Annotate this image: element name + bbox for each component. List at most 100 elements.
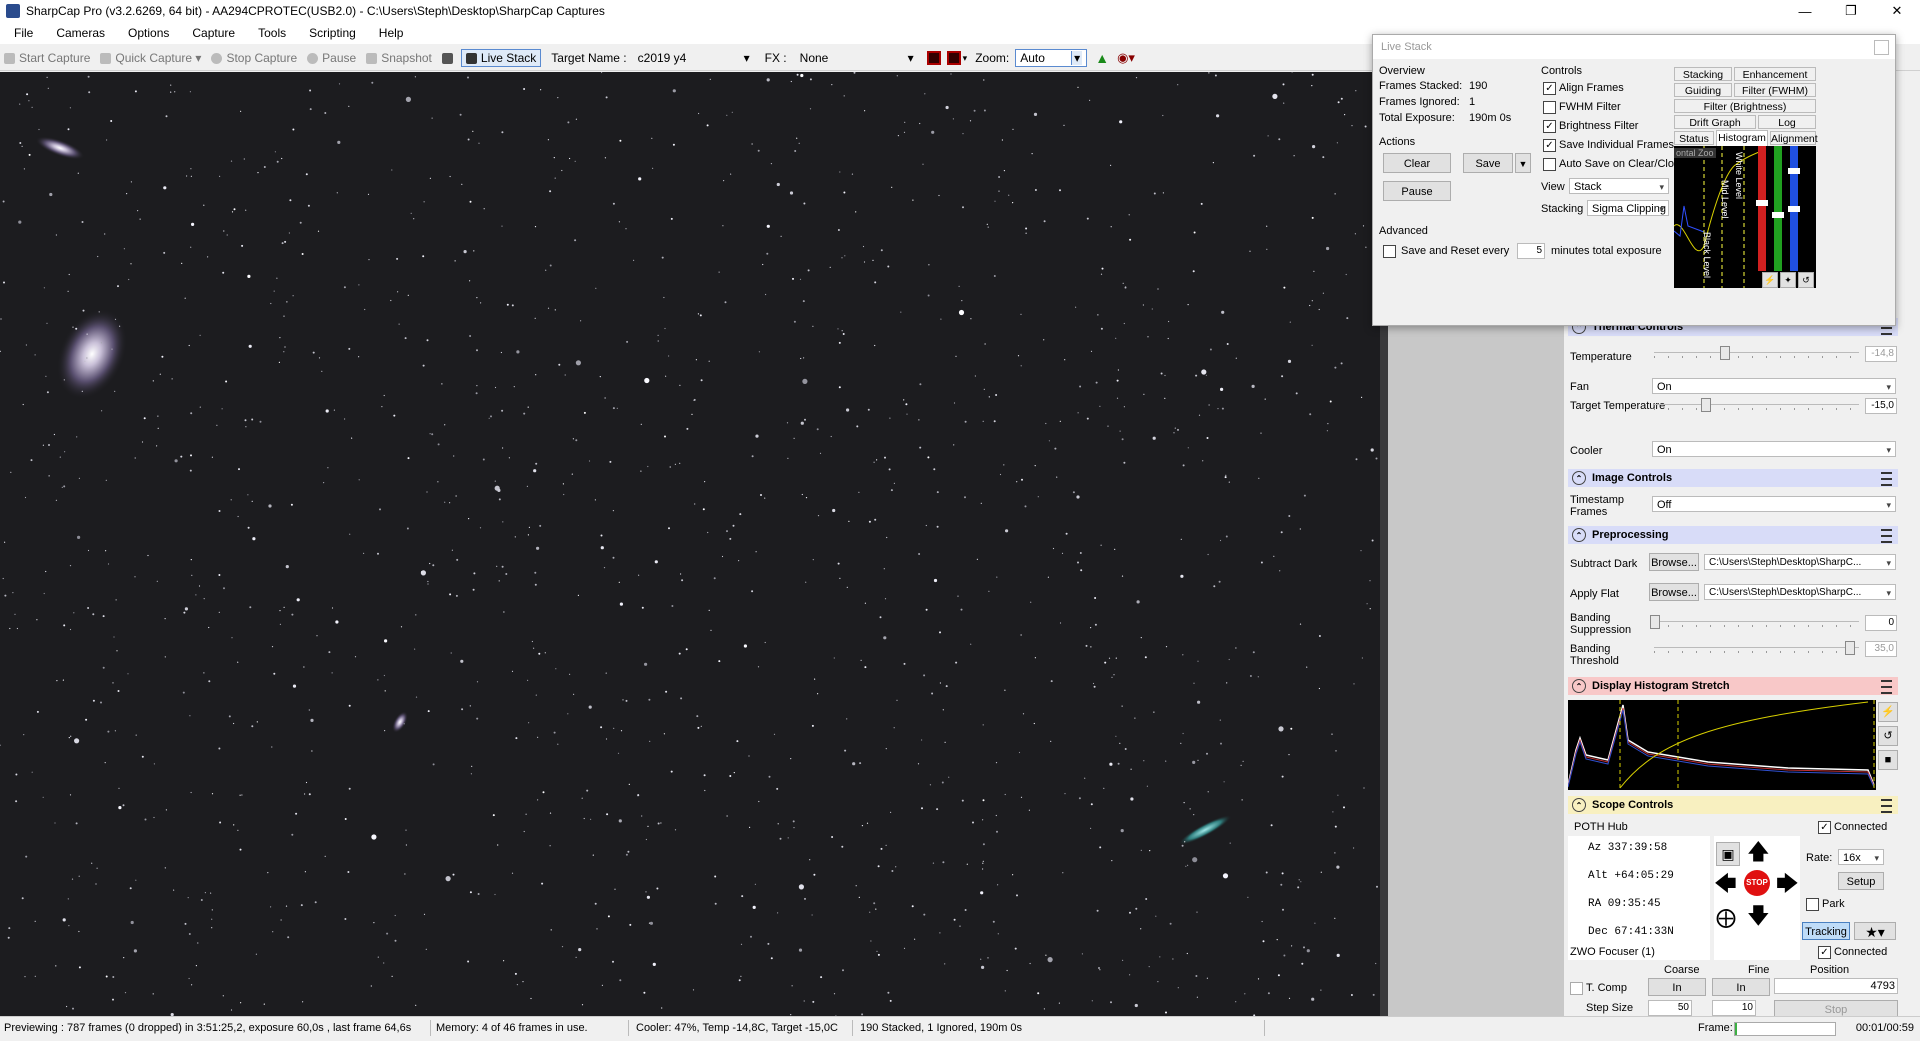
- menu-icon[interactable]: [1881, 472, 1892, 486]
- scope-setup-button[interactable]: Setup: [1838, 872, 1884, 890]
- fx-select[interactable]: None ▾: [795, 49, 919, 67]
- tcomp-checkbox[interactable]: [1570, 982, 1583, 995]
- camera-image-view[interactable]: [0, 72, 1388, 1016]
- pause-button[interactable]: Pause: [307, 51, 356, 65]
- tab-enhancement[interactable]: Enhancement: [1734, 67, 1816, 81]
- tab-stacking[interactable]: Stacking: [1674, 67, 1732, 81]
- collapse-icon[interactable]: ⌃: [1572, 798, 1586, 812]
- park-checkbox[interactable]: [1806, 898, 1819, 911]
- live-stack-button[interactable]: Live Stack: [460, 49, 542, 67]
- target-name-input[interactable]: c2019 y4 ▾: [633, 49, 755, 67]
- start-capture-button[interactable]: Start Capture: [4, 51, 90, 65]
- focus-in-coarse-button[interactable]: In: [1648, 978, 1706, 996]
- collapse-icon[interactable]: ⌃: [1572, 471, 1586, 485]
- menu-icon[interactable]: [1881, 680, 1892, 694]
- reticle-icon[interactable]: [926, 51, 941, 65]
- tab-log[interactable]: Log: [1758, 115, 1816, 129]
- tab-alignment[interactable]: Alignment: [1770, 131, 1818, 145]
- tab-status[interactable]: Status: [1674, 131, 1714, 145]
- auto-stretch-icon[interactable]: ⚡: [1762, 272, 1778, 288]
- save-icon[interactable]: ■: [1878, 750, 1898, 770]
- save-individual-checkbox[interactable]: ✓: [1543, 139, 1556, 152]
- close-icon[interactable]: [1874, 40, 1889, 55]
- tab-filter-fwhm[interactable]: Filter (FWHM): [1734, 83, 1816, 97]
- histogram-stretch-graph[interactable]: [1567, 700, 1876, 790]
- menu-file[interactable]: File: [0, 26, 42, 40]
- tab-histogram[interactable]: Histogram: [1716, 130, 1768, 146]
- scope-connected-checkbox[interactable]: ✓: [1818, 821, 1831, 834]
- save-stack-button[interactable]: Save: [1463, 153, 1513, 173]
- collapse-icon[interactable]: ⌃: [1572, 679, 1586, 693]
- tab-drift-graph[interactable]: Drift Graph: [1674, 115, 1756, 129]
- magnifier-icon[interactable]: ◉▾: [1117, 50, 1135, 66]
- quick-capture-button[interactable]: Quick Capture ▾: [100, 51, 201, 65]
- coarse-step-input[interactable]: 50: [1648, 1000, 1692, 1016]
- tab-guiding[interactable]: Guiding: [1674, 83, 1732, 97]
- dark-file-select[interactable]: C:\Users\Steph\Desktop\SharpC...: [1704, 554, 1896, 571]
- reset-icon[interactable]: ↺: [1878, 726, 1898, 746]
- browse-dark-button[interactable]: Browse...: [1649, 553, 1699, 571]
- fan-select[interactable]: On: [1652, 378, 1896, 395]
- save-reset-checkbox[interactable]: [1383, 245, 1396, 258]
- fwhm-filter-checkbox[interactable]: [1543, 101, 1556, 114]
- cooler-select[interactable]: On: [1652, 441, 1896, 458]
- auto-stretch-icon[interactable]: ⚡: [1878, 702, 1898, 722]
- fine-step-input[interactable]: 10: [1712, 1000, 1756, 1016]
- goto-icon[interactable]: ▣: [1716, 842, 1740, 866]
- menu-help[interactable]: Help: [365, 26, 413, 40]
- rate-select[interactable]: 16x: [1838, 849, 1884, 866]
- crosshair-icon[interactable]: ⨁: [1716, 906, 1736, 930]
- view-select[interactable]: Stack: [1569, 178, 1669, 195]
- star-favorite-icon[interactable]: ★▾: [1854, 922, 1896, 940]
- menu-scripting[interactable]: Scripting: [295, 26, 365, 40]
- target-temperature-value[interactable]: -15,0: [1865, 398, 1897, 414]
- minimize-button[interactable]: —: [1782, 0, 1828, 22]
- snapshot-button[interactable]: Snapshot: [366, 51, 432, 65]
- chevron-down-icon[interactable]: ▼: [1515, 153, 1531, 173]
- scope-stop-button[interactable]: STOP: [1744, 870, 1770, 896]
- menu-capture[interactable]: Capture: [178, 26, 244, 40]
- chevron-down-icon[interactable]: ▾: [963, 53, 968, 64]
- timestamp-frames-select[interactable]: Off: [1652, 496, 1896, 513]
- preprocessing-header[interactable]: ⌃ Preprocessing: [1568, 526, 1898, 544]
- move-south-arrow-icon[interactable]: 🡇: [1747, 904, 1770, 928]
- stack-histogram[interactable]: ontal Zoo Mid Level White Level Black Le…: [1674, 146, 1816, 288]
- close-button[interactable]: ✕: [1874, 0, 1920, 22]
- move-west-arrow-icon[interactable]: 🡄: [1714, 872, 1737, 896]
- balance-icon[interactable]: ✦: [1780, 272, 1796, 288]
- menu-options[interactable]: Options: [114, 26, 178, 40]
- pause-stack-button[interactable]: Pause: [1383, 181, 1451, 201]
- banding-suppression-slider-thumb[interactable]: [1650, 615, 1660, 629]
- stop-capture-button[interactable]: Stop Capture: [211, 51, 297, 65]
- maximize-button[interactable]: ❐: [1828, 0, 1874, 22]
- clear-stack-button[interactable]: Clear: [1383, 153, 1451, 173]
- zoom-select[interactable]: Auto ▾: [1015, 49, 1088, 67]
- target-temperature-slider-thumb[interactable]: [1701, 398, 1712, 412]
- scope-controls-header[interactable]: ⌃ Scope Controls: [1568, 796, 1898, 814]
- histogram-stretch-header[interactable]: ⌃ Display Histogram Stretch: [1568, 677, 1898, 695]
- menu-cameras[interactable]: Cameras: [42, 26, 114, 40]
- menu-icon[interactable]: [1881, 529, 1892, 543]
- tracking-button[interactable]: Tracking: [1802, 922, 1850, 940]
- move-east-arrow-icon[interactable]: 🡆: [1776, 872, 1799, 896]
- target-temperature-slider[interactable]: [1654, 398, 1859, 412]
- banding-suppression-value[interactable]: 0: [1865, 615, 1897, 631]
- menu-icon[interactable]: [1881, 799, 1892, 813]
- save-reset-minutes-input[interactable]: 5: [1517, 243, 1545, 259]
- collapse-icon[interactable]: ⌃: [1572, 528, 1586, 542]
- overlay-icon[interactable]: [946, 51, 961, 65]
- stacking-select[interactable]: Sigma Clipping: [1587, 200, 1669, 217]
- focus-in-fine-button[interactable]: In: [1712, 978, 1770, 996]
- tab-filter-brightness[interactable]: Filter (Brightness): [1674, 99, 1816, 113]
- align-frames-checkbox[interactable]: ✓: [1543, 82, 1556, 95]
- flat-file-select[interactable]: C:\Users\Steph\Desktop\SharpC...: [1704, 584, 1896, 601]
- menu-tools[interactable]: Tools: [244, 26, 295, 40]
- focuser-connected-checkbox[interactable]: ✓: [1818, 946, 1831, 959]
- reset-icon[interactable]: ↺: [1798, 272, 1814, 288]
- display-settings-button[interactable]: [441, 52, 457, 64]
- browse-flat-button[interactable]: Browse...: [1649, 583, 1699, 601]
- image-controls-header[interactable]: ⌃ Image Controls: [1568, 469, 1898, 487]
- move-north-arrow-icon[interactable]: 🡅: [1747, 840, 1770, 864]
- banding-suppression-slider[interactable]: [1650, 615, 1859, 629]
- histogram-icon[interactable]: ▲: [1095, 50, 1109, 66]
